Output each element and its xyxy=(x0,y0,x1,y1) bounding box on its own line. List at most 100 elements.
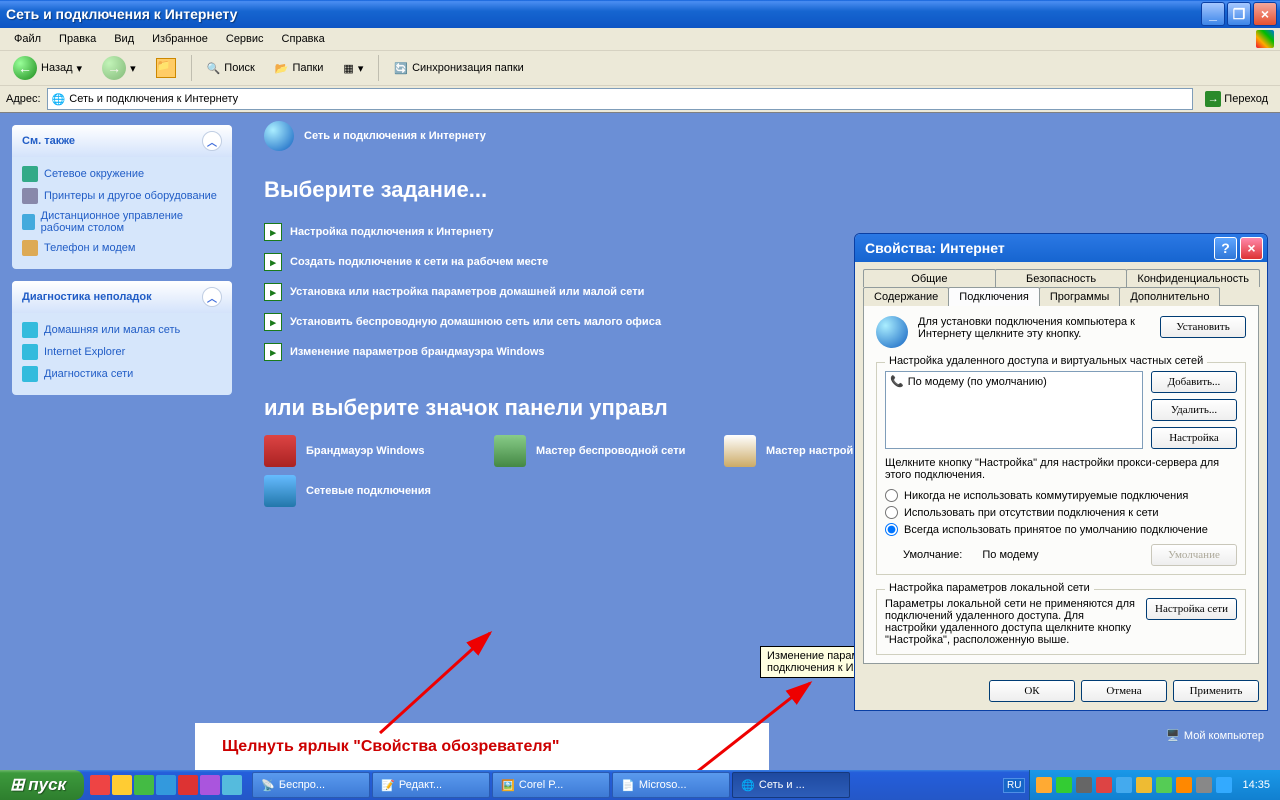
back-button[interactable]: ←Назад ▾ xyxy=(6,52,89,84)
link-remote-desktop[interactable]: Дистанционное управление рабочим столом xyxy=(22,207,222,237)
dialog-close-button[interactable]: × xyxy=(1240,237,1263,260)
maximize-button[interactable]: ❐ xyxy=(1227,2,1251,26)
clock[interactable]: 14:35 xyxy=(1242,779,1270,791)
minimize-button[interactable]: _ xyxy=(1201,2,1225,26)
tray-icon[interactable] xyxy=(1136,777,1152,793)
setup-text: Для установки подключения компьютера к И… xyxy=(918,316,1150,340)
link-ts-ie[interactable]: Internet Explorer xyxy=(22,341,222,363)
firewall-icon xyxy=(264,435,296,467)
chevron-up-icon[interactable]: ︿ xyxy=(202,287,222,307)
cancel-button[interactable]: Отмена xyxy=(1081,680,1167,702)
quick-launch xyxy=(84,775,248,795)
app-icon: 🌐 xyxy=(741,779,755,792)
tab-security[interactable]: Безопасность xyxy=(995,269,1128,287)
default-value: По модему xyxy=(982,549,1038,561)
task-button[interactable]: 📡Беспро... xyxy=(252,772,370,798)
tab-advanced[interactable]: Дополнительно xyxy=(1119,287,1220,306)
go-label: Переход xyxy=(1224,93,1268,105)
ql-icon[interactable] xyxy=(112,775,132,795)
tray-icon[interactable] xyxy=(1216,777,1232,793)
task-button-active[interactable]: 🌐Сеть и ... xyxy=(732,772,850,798)
menu-edit[interactable]: Правка xyxy=(51,31,104,47)
link-phone-modem[interactable]: Телефон и модем xyxy=(22,237,222,259)
tray-icon[interactable] xyxy=(1096,777,1112,793)
link-ts-network[interactable]: Домашняя или малая сеть xyxy=(22,319,222,341)
app-icon: 🖼️ xyxy=(501,779,515,792)
ql-icon[interactable] xyxy=(90,775,110,795)
cp-network-connections[interactable]: Сетевые подключения xyxy=(264,475,464,507)
apply-button[interactable]: Применить xyxy=(1173,680,1259,702)
tray-icon[interactable] xyxy=(1076,777,1092,793)
menu-favorites[interactable]: Избранное xyxy=(144,31,216,47)
up-button[interactable]: 📁 xyxy=(149,54,183,82)
forward-button[interactable]: → ▾ xyxy=(95,52,143,84)
app-icon: 📡 xyxy=(261,779,275,792)
views-button[interactable]: ▦ ▾ xyxy=(336,58,370,79)
link-ts-diag[interactable]: Диагностика сети xyxy=(22,363,222,385)
troubleshoot-header[interactable]: Диагностика неполадок︿ xyxy=(12,281,232,313)
tray-icon[interactable] xyxy=(1056,777,1072,793)
desktop-my-computer[interactable]: 🖥️Мой компьютер xyxy=(1166,729,1264,742)
tab-programs[interactable]: Программы xyxy=(1039,287,1120,306)
menu-file[interactable]: Файл xyxy=(6,31,49,47)
chevron-up-icon[interactable]: ︿ xyxy=(202,131,222,151)
radio-always-dial[interactable]: Всегда использовать принятое по умолчани… xyxy=(885,521,1237,538)
ok-button[interactable]: ОК xyxy=(989,680,1075,702)
menu-tools[interactable]: Сервис xyxy=(218,31,272,47)
go-button[interactable]: →Переход xyxy=(1199,89,1274,109)
cp-firewall[interactable]: Брандмауэр Windows xyxy=(264,435,464,467)
sync-icon: 🔄 xyxy=(394,62,408,75)
address-input[interactable]: 🌐 Сеть и подключения к Интернету xyxy=(47,88,1194,110)
settings-button[interactable]: Настройка xyxy=(1151,427,1237,449)
folders-button[interactable]: 📂Папки xyxy=(268,58,331,79)
ql-icon[interactable] xyxy=(178,775,198,795)
task-button[interactable]: 📝Редакт... xyxy=(372,772,490,798)
ql-icon[interactable] xyxy=(156,775,176,795)
back-label: Назад xyxy=(41,62,73,74)
tray-icon[interactable] xyxy=(1176,777,1192,793)
default-label: Умолчание: xyxy=(903,549,962,561)
ql-icon[interactable] xyxy=(222,775,242,795)
dialog-help-button[interactable]: ? xyxy=(1214,237,1237,260)
proxy-help-text: Щелкните кнопку "Настройка" для настройк… xyxy=(885,457,1237,481)
radio-never-dial[interactable]: Никогда не использовать коммутируемые по… xyxy=(885,487,1237,504)
dialup-fieldset: Настройка удаленного доступа и виртуальн… xyxy=(876,362,1246,575)
task-button[interactable]: 🖼️Corel P... xyxy=(492,772,610,798)
lan-settings-button[interactable]: Настройка сети xyxy=(1146,598,1237,620)
explorer-titlebar[interactable]: Сеть и подключения к Интернету _ ❐ × xyxy=(0,0,1280,28)
search-button[interactable]: 🔍Поиск xyxy=(200,58,262,79)
tray-icon[interactable] xyxy=(1196,777,1212,793)
ql-icon[interactable] xyxy=(200,775,220,795)
language-indicator[interactable]: RU xyxy=(1003,778,1025,793)
link-network-places[interactable]: Сетевое окружение xyxy=(22,163,222,185)
menu-view[interactable]: Вид xyxy=(106,31,142,47)
menu-help[interactable]: Справка xyxy=(274,31,333,47)
tab-general[interactable]: Общие xyxy=(863,269,996,287)
sync-button[interactable]: 🔄Синхронизация папки xyxy=(387,58,530,79)
tray-icon[interactable] xyxy=(1036,777,1052,793)
remove-button[interactable]: Удалить... xyxy=(1151,399,1237,421)
search-label: Поиск xyxy=(224,62,254,74)
start-button[interactable]: ⊞пуск xyxy=(0,770,84,800)
see-also-header[interactable]: См. также︿ xyxy=(12,125,232,157)
dialup-legend: Настройка удаленного доступа и виртуальн… xyxy=(885,355,1207,367)
phone-icon xyxy=(22,240,38,256)
tray-icon[interactable] xyxy=(1156,777,1172,793)
printer-icon xyxy=(22,188,38,204)
tab-privacy[interactable]: Конфиденциальность xyxy=(1126,269,1260,287)
cp-wireless-wizard[interactable]: Мастер беспроводной сети xyxy=(494,435,694,467)
add-button[interactable]: Добавить... xyxy=(1151,371,1237,393)
tab-connections[interactable]: Подключения xyxy=(948,287,1040,306)
connections-listbox[interactable]: 📞По модему (по умолчанию) xyxy=(885,371,1143,449)
tab-content[interactable]: Содержание xyxy=(863,287,949,306)
modem-icon: 📞 xyxy=(890,375,904,388)
tray-icon[interactable] xyxy=(1116,777,1132,793)
link-printers[interactable]: Принтеры и другое оборудование xyxy=(22,185,222,207)
connection-item[interactable]: 📞По модему (по умолчанию) xyxy=(888,374,1140,389)
setup-button[interactable]: Установить xyxy=(1160,316,1246,338)
task-button[interactable]: 📄Microso... xyxy=(612,772,730,798)
close-button[interactable]: × xyxy=(1253,2,1277,26)
ql-icon[interactable] xyxy=(134,775,154,795)
radio-dial-no-network[interactable]: Использовать при отсутствии подключения … xyxy=(885,504,1237,521)
dialog-titlebar[interactable]: Свойства: Интернет ? × xyxy=(855,234,1267,262)
